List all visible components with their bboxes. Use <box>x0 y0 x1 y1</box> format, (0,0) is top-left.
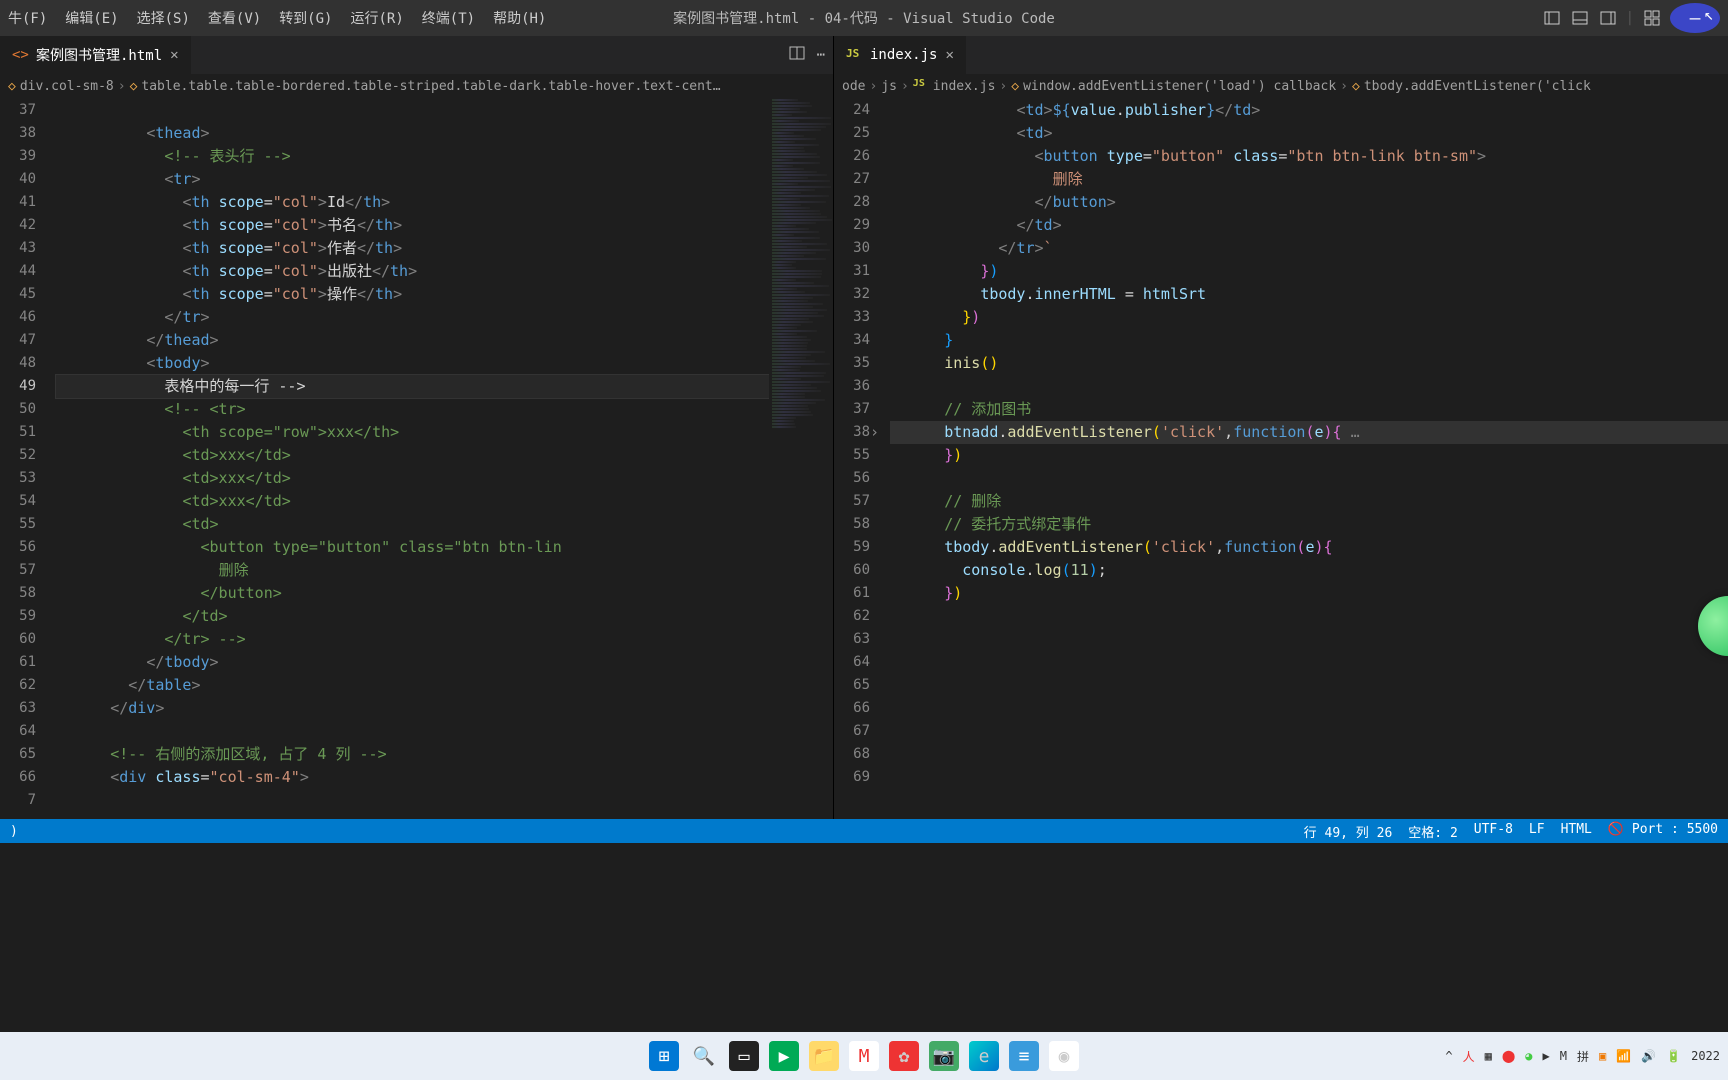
tab-html-file[interactable]: <> 案例图书管理.html ✕ <box>0 36 191 74</box>
task-view-icon[interactable]: ▭ <box>729 1041 759 1071</box>
tray-app-icon[interactable]: ▦ <box>1485 1049 1492 1063</box>
tray-app-icon[interactable]: ▣ <box>1599 1049 1606 1063</box>
close-icon[interactable]: ✕ <box>170 47 178 63</box>
block-icon: ◇ <box>130 79 138 94</box>
tray-wechat-icon[interactable]: ◕ <box>1525 1049 1532 1063</box>
layout-grid-icon[interactable] <box>1642 8 1662 28</box>
tab-label: 案例图书管理.html <box>36 45 162 65</box>
breadcrumb-item[interactable]: ode <box>842 79 865 94</box>
media-player-icon[interactable]: ▶ <box>769 1041 799 1071</box>
tab-bar-right: JS index.js ✕ <box>834 36 1728 74</box>
editor-group-right: JS index.js ✕ ode › js › JS index.js › ◇… <box>834 36 1728 819</box>
html-file-icon: <> <box>12 47 28 63</box>
chevron-right-icon: › <box>869 79 877 94</box>
breadcrumb-item[interactable]: index.js <box>933 79 996 94</box>
menu-bar: 牛(F) 编辑(E) 选择(S) 查看(V) 转到(G) 运行(R) 终端(T)… <box>8 8 546 28</box>
layout-panel-bottom-icon[interactable] <box>1570 8 1590 28</box>
huawei-icon[interactable]: ✿ <box>889 1041 919 1071</box>
editor-area: <> 案例图书管理.html ✕ ⋯ ◇ div.col-sm-8 › ◇ ta… <box>0 36 1728 819</box>
tray-app-icon[interactable]: 人 <box>1463 1048 1475 1065</box>
tray-clock[interactable]: 2022 <box>1691 1049 1720 1063</box>
tray-ime-icon[interactable]: 拼 <box>1577 1048 1589 1065</box>
status-cursor-position[interactable]: 行 49, 列 26 <box>1304 822 1393 841</box>
chevron-right-icon: › <box>1340 79 1348 94</box>
chrome-icon[interactable]: ◉ <box>1049 1041 1079 1071</box>
menu-file[interactable]: 牛(F) <box>8 8 47 28</box>
tray-wifi-icon[interactable]: 📶 <box>1616 1049 1631 1063</box>
gutter-left: 3738394041424344454647484950515253545556… <box>0 98 56 819</box>
breadcrumb-item[interactable]: table.table.table-bordered.table-striped… <box>141 79 720 94</box>
status-encoding[interactable]: UTF-8 <box>1474 822 1513 841</box>
status-left: ) <box>10 824 18 839</box>
layout-panel-right-icon[interactable] <box>1598 8 1618 28</box>
menu-select[interactable]: 选择(S) <box>137 8 190 28</box>
method-icon: ◇ <box>1352 79 1360 94</box>
taskbar-tray: ^ 人 ▦ ⬤ ◕ ▶ M 拼 ▣ 📶 🔊 🔋 2022 <box>1445 1048 1720 1065</box>
titlebar: 牛(F) 编辑(E) 选择(S) 查看(V) 转到(G) 运行(R) 终端(T)… <box>0 0 1728 36</box>
explorer-icon[interactable]: 📁 <box>809 1041 839 1071</box>
status-eol[interactable]: LF <box>1529 822 1545 841</box>
tray-app-icon[interactable]: M <box>1560 1049 1567 1063</box>
tab-js-file[interactable]: JS index.js ✕ <box>834 36 966 74</box>
minimap-left[interactable] <box>769 98 833 819</box>
breadcrumb-item[interactable]: js <box>881 79 897 94</box>
tab-label: index.js <box>870 47 937 63</box>
status-right: 行 49, 列 26 空格: 2 UTF-8 LF HTML 🚫 Port : … <box>1304 822 1718 841</box>
layout-panel-left-icon[interactable] <box>1542 8 1562 28</box>
lines-left[interactable]: <thead> <!-- 表头行 --> <tr> <th scope="col… <box>56 98 833 819</box>
status-language[interactable]: HTML <box>1561 822 1592 841</box>
taskbar-center: ⊞ 🔍 ▭ ▶ 📁 M ✿ 📷 e ≡ ◉ <box>649 1041 1079 1071</box>
menu-goto[interactable]: 转到(G) <box>279 8 332 28</box>
breadcrumb-item[interactable]: tbody.addEventListener('click <box>1364 79 1591 94</box>
js-file-icon: JS <box>846 47 862 63</box>
tray-chevron-up-icon[interactable]: ^ <box>1445 1049 1452 1063</box>
menu-terminal[interactable]: 终端(T) <box>422 8 475 28</box>
status-bar: ) 行 49, 列 26 空格: 2 UTF-8 LF HTML 🚫 Port … <box>0 819 1728 843</box>
menu-help[interactable]: 帮助(H) <box>493 8 546 28</box>
tray-app-icon[interactable]: ▶ <box>1543 1049 1550 1063</box>
breadcrumb-left[interactable]: ◇ div.col-sm-8 › ◇ table.table.table-bor… <box>0 74 833 98</box>
minimize-button[interactable]: — ↖ <box>1670 3 1720 33</box>
block-icon: ◇ <box>8 79 16 94</box>
meeting-icon[interactable]: 📷 <box>929 1041 959 1071</box>
edge-icon[interactable]: e <box>969 1041 999 1071</box>
tray-battery-icon[interactable]: 🔋 <box>1666 1049 1681 1063</box>
cursor-icon: ↖ <box>1704 5 1716 17</box>
status-liveserver[interactable]: 🚫 Port : 5500 <box>1608 822 1718 841</box>
start-icon[interactable]: ⊞ <box>649 1041 679 1071</box>
tab-bar-left: <> 案例图书管理.html ✕ ⋯ <box>0 36 833 74</box>
chevron-right-icon: › <box>901 79 909 94</box>
lines-right[interactable]: <td>${value.publisher}</td> <td> <button… <box>890 98 1728 819</box>
gutter-right: 2425262728293031323334353637385556575859… <box>834 98 890 819</box>
tab-actions-left: ⋯ <box>789 45 825 65</box>
status-indentation[interactable]: 空格: 2 <box>1408 822 1457 841</box>
breadcrumb-item[interactable]: div.col-sm-8 <box>20 79 114 94</box>
chevron-right-icon: › <box>999 79 1007 94</box>
method-icon: ◇ <box>1011 79 1019 94</box>
search-icon[interactable]: 🔍 <box>689 1041 719 1071</box>
close-icon[interactable]: ✕ <box>945 47 953 63</box>
menu-edit[interactable]: 编辑(E) <box>65 8 118 28</box>
code-area-right[interactable]: 2425262728293031323334353637385556575859… <box>834 98 1728 819</box>
more-icon[interactable]: ⋯ <box>817 47 825 63</box>
menu-view[interactable]: 查看(V) <box>208 8 261 28</box>
split-editor-icon[interactable] <box>789 45 805 65</box>
chevron-right-icon: › <box>118 79 126 94</box>
taskbar: ⊞ 🔍 ▭ ▶ 📁 M ✿ 📷 e ≡ ◉ ^ 人 ▦ ⬤ ◕ ▶ M 拼 ▣ … <box>0 1032 1728 1080</box>
js-file-icon: JS <box>913 78 929 94</box>
status-item[interactable]: ) <box>10 824 18 839</box>
menu-run[interactable]: 运行(R) <box>350 8 403 28</box>
breadcrumb-right[interactable]: ode › js › JS index.js › ◇ window.addEve… <box>834 74 1728 98</box>
tray-app-icon[interactable]: ⬤ <box>1502 1049 1515 1063</box>
window-controls: | — ↖ <box>1542 3 1720 33</box>
code-area-left[interactable]: 3738394041424344454647484950515253545556… <box>0 98 833 819</box>
window-title: 案例图书管理.html - 04-代码 - Visual Studio Code <box>673 8 1055 28</box>
breadcrumb-item[interactable]: window.addEventListener('load') callback <box>1023 79 1336 94</box>
vscode-icon[interactable]: ≡ <box>1009 1041 1039 1071</box>
mail-icon[interactable]: M <box>849 1041 879 1071</box>
editor-group-left: <> 案例图书管理.html ✕ ⋯ ◇ div.col-sm-8 › ◇ ta… <box>0 36 834 819</box>
tray-volume-icon[interactable]: 🔊 <box>1641 1049 1656 1063</box>
